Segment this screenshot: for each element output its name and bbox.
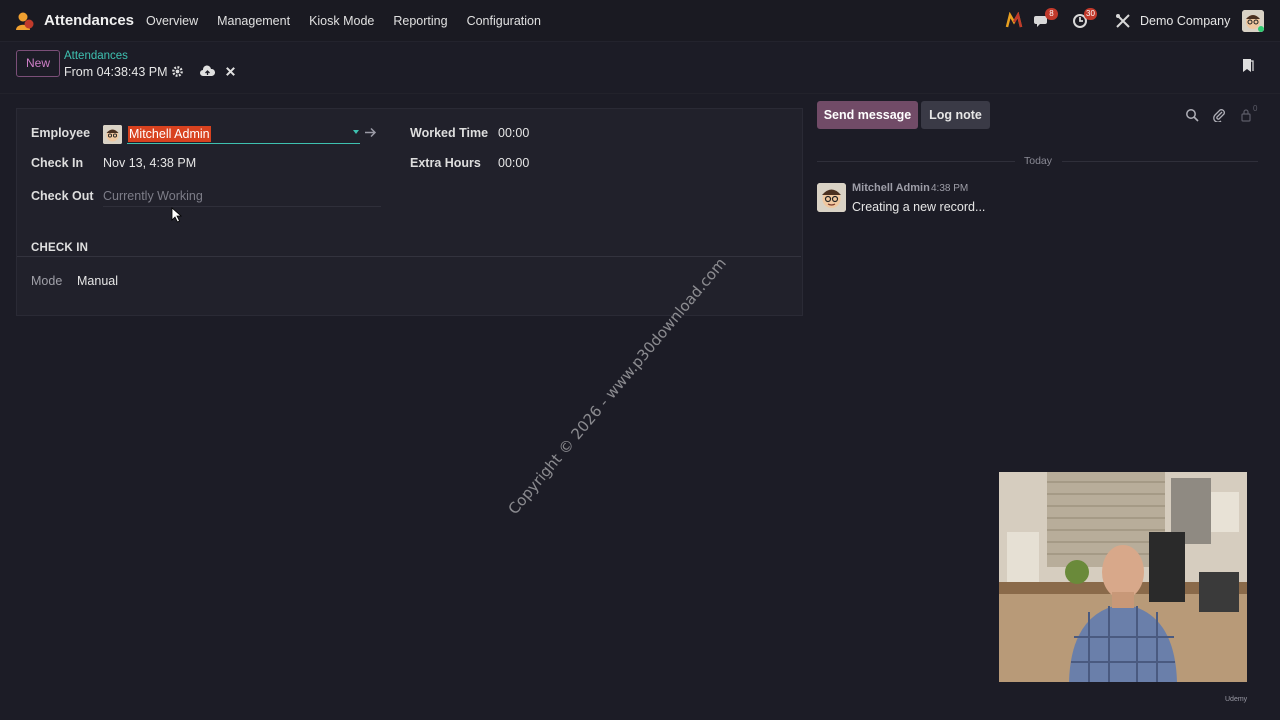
menu-management[interactable]: Management <box>217 14 290 28</box>
lock-icon <box>1241 109 1251 122</box>
discard-icon[interactable] <box>224 65 237 78</box>
gear-icon[interactable] <box>171 65 184 78</box>
menu-overview[interactable]: Overview <box>146 14 198 28</box>
mode-value: Manual <box>77 274 118 288</box>
presenter-webcam <box>999 472 1247 682</box>
date-separator: Today <box>1024 155 1053 167</box>
message-body: Creating a new record... <box>852 200 986 214</box>
today-divider-right <box>1062 161 1258 162</box>
paperclip-icon[interactable] <box>1212 108 1226 122</box>
menu-configuration[interactable]: Configuration <box>467 14 541 28</box>
activities-badge: 30 <box>1084 8 1097 20</box>
app-name[interactable]: Attendances <box>44 12 134 29</box>
new-button[interactable]: New <box>16 50 60 77</box>
user-avatar-icon <box>1242 10 1264 32</box>
mouse-cursor-icon <box>171 207 183 223</box>
worked-time-label: Worked Time <box>410 126 489 140</box>
menu-kiosk-mode[interactable]: Kiosk Mode <box>309 14 374 28</box>
menu-reporting[interactable]: Reporting <box>393 14 447 28</box>
follow-button[interactable]: 0 <box>1239 104 1259 122</box>
bookmark-icon[interactable] <box>1242 58 1254 73</box>
breadcrumb-current: From 04:38:43 PM <box>64 65 168 79</box>
company-switcher[interactable]: Demo Company <box>1140 14 1230 28</box>
m-logo-icon[interactable] <box>1005 12 1023 30</box>
brand-watermark: Udemy <box>1225 696 1248 703</box>
extra-hours-value: 00:00 <box>498 156 530 170</box>
activities-button[interactable]: 30 <box>1072 8 1097 30</box>
log-note-button[interactable]: Log note <box>921 101 990 129</box>
employee-label: Employee <box>31 126 91 140</box>
message-time: 4:38 PM <box>931 183 969 194</box>
internal-link-arrow-icon[interactable] <box>364 126 377 139</box>
section-title-check-in: CHECK IN <box>31 242 89 254</box>
presenter-video-image <box>999 472 1247 682</box>
dropdown-caret-icon[interactable] <box>353 130 359 134</box>
tools-icon[interactable] <box>1114 12 1132 30</box>
check-in-label: Check In <box>31 156 84 170</box>
check-out-label: Check Out <box>31 189 94 203</box>
mode-label: Mode <box>31 274 63 288</box>
save-cloud-icon[interactable] <box>200 65 215 78</box>
user-avatar[interactable] <box>1242 10 1264 32</box>
today-divider-left <box>817 161 1015 162</box>
author-avatar-icon <box>817 183 846 212</box>
messages-badge: 8 <box>1045 8 1058 20</box>
message-author[interactable]: Mitchell Admin <box>852 182 930 194</box>
messages-button[interactable]: 8 <box>1034 8 1058 30</box>
control-panel-divider <box>0 93 1280 94</box>
send-message-button[interactable]: Send message <box>817 101 918 129</box>
check-in-field[interactable]: Nov 13, 4:38 PM <box>103 156 196 170</box>
message-avatar[interactable] <box>817 183 846 212</box>
breadcrumb-parent[interactable]: Attendances <box>64 50 128 62</box>
worked-time-value: 00:00 <box>498 126 530 140</box>
top-navbar: Attendances Overview Management Kiosk Mo… <box>0 0 1280 42</box>
employee-avatar <box>103 125 122 144</box>
extra-hours-label: Extra Hours <box>410 156 481 170</box>
followers-count: 0 <box>1253 104 1258 113</box>
main-menu: Overview Management Kiosk Mode Reporting… <box>146 14 560 28</box>
employee-value[interactable]: Mitchell Admin <box>128 126 211 142</box>
section-divider <box>17 256 801 257</box>
employee-avatar-icon <box>103 125 122 144</box>
check-out-placeholder[interactable]: Currently Working <box>103 189 203 203</box>
search-icon[interactable] <box>1185 108 1199 122</box>
attendances-app-icon[interactable] <box>15 11 35 31</box>
